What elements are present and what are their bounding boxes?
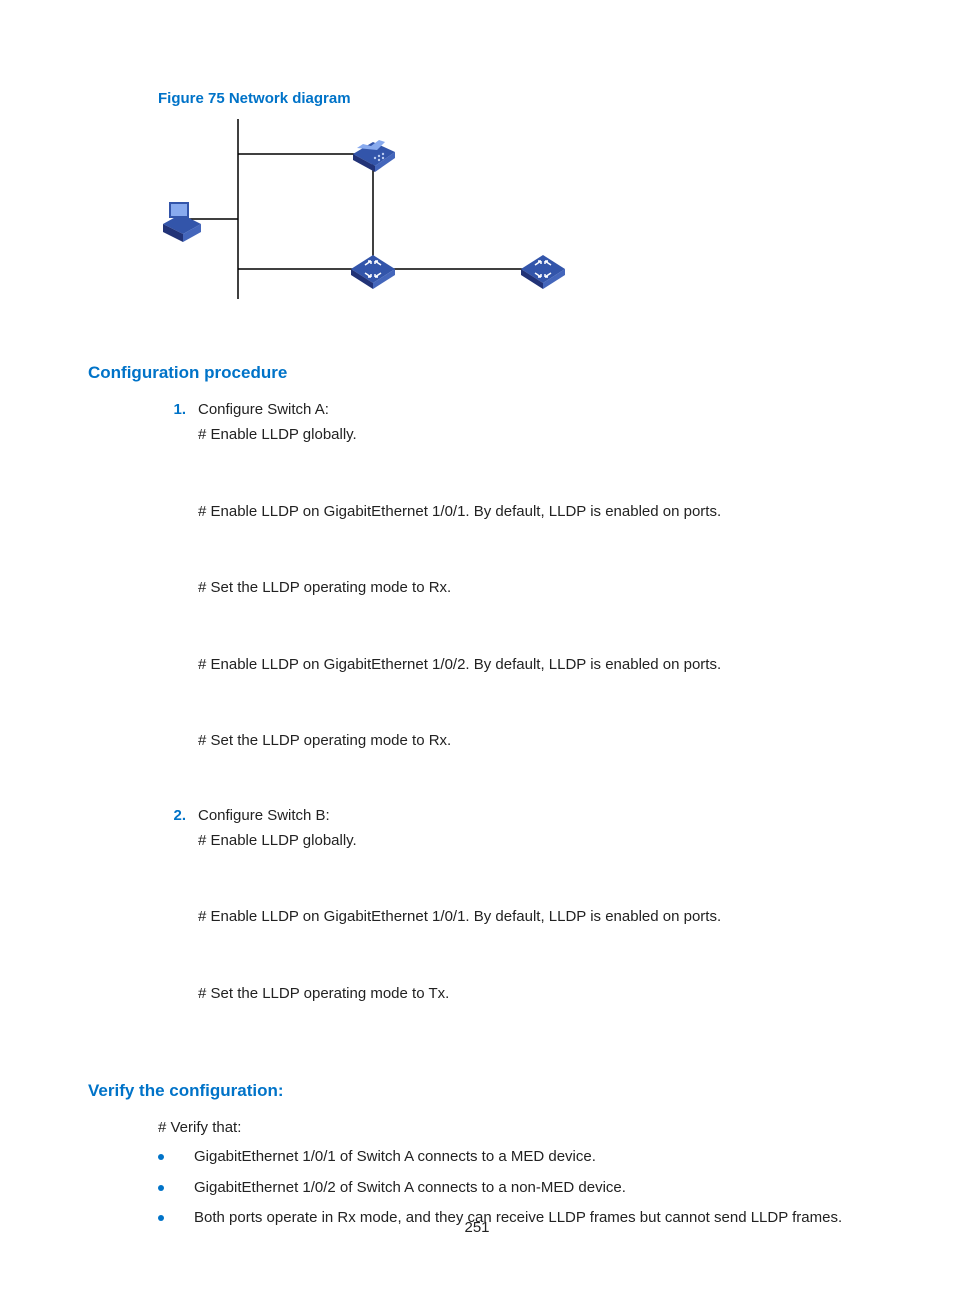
bullet-icon: [158, 1185, 164, 1191]
step-number: 1.: [158, 401, 186, 418]
step-title: Configure Switch B:: [198, 807, 330, 824]
verify-intro: # Verify that:: [158, 1119, 866, 1136]
step-title: Configure Switch A:: [198, 401, 329, 418]
step-line: # Enable LLDP globally.: [198, 830, 866, 853]
bullet-text: GigabitEthernet 1/0/2 of Switch A connec…: [194, 1177, 626, 1200]
verify-heading: Verify the configuration:: [88, 1081, 866, 1101]
page-number: 251: [464, 1219, 489, 1236]
step-line: # Enable LLDP on GigabitEthernet 1/0/1. …: [198, 501, 866, 524]
bullet-text: Both ports operate in Rx mode, and they …: [194, 1207, 842, 1230]
step-2: 2. Configure Switch B:: [158, 807, 866, 824]
bullet-text: GigabitEthernet 1/0/1 of Switch A connec…: [194, 1146, 596, 1169]
step-1: 1. Configure Switch A:: [158, 401, 866, 418]
step-line: # Set the LLDP operating mode to Tx.: [198, 983, 866, 1006]
step-line: # Set the LLDP operating mode to Rx.: [198, 577, 866, 600]
verify-bullet: GigabitEthernet 1/0/1 of Switch A connec…: [158, 1146, 866, 1169]
step-line: # Enable LLDP on GigabitEthernet 1/0/1. …: [198, 906, 866, 929]
step-line: # Enable LLDP on GigabitEthernet 1/0/2. …: [198, 654, 866, 677]
network-diagram: [158, 119, 866, 323]
figure-caption: Figure 75 Network diagram: [158, 90, 866, 107]
verify-bullet: GigabitEthernet 1/0/2 of Switch A connec…: [158, 1177, 866, 1200]
bullet-icon: [158, 1215, 164, 1221]
bullet-icon: [158, 1154, 164, 1160]
step-line: # Enable LLDP globally.: [198, 424, 866, 447]
step-number: 2.: [158, 807, 186, 824]
step-line: # Set the LLDP operating mode to Rx.: [198, 730, 866, 753]
config-procedure-heading: Configuration procedure: [88, 363, 866, 383]
verify-bullet: Both ports operate in Rx mode, and they …: [158, 1207, 866, 1230]
